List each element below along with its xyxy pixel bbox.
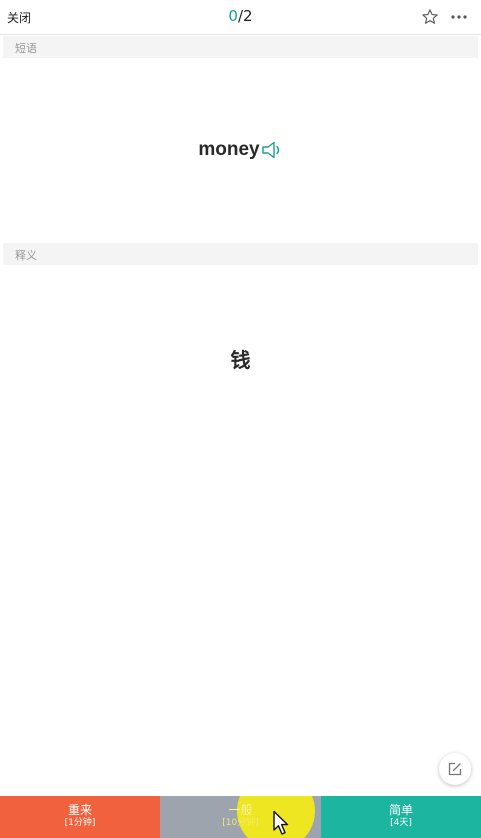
again-button[interactable]: 重来 [1分钟] bbox=[0, 796, 160, 838]
star-outline-icon[interactable] bbox=[421, 8, 439, 26]
phrase-section-label: 短语 bbox=[15, 42, 37, 55]
progress-counter: 0/2 bbox=[0, 7, 481, 25]
mouse-cursor-icon bbox=[273, 810, 289, 835]
flashcard-screen: 关闭 0/2 短语 money 释义 钱 重来 [1分钟] 一般 [10分钟] … bbox=[0, 0, 481, 838]
again-button-label: 重来 bbox=[67, 803, 92, 817]
phrase-section-header: 短语 bbox=[3, 36, 478, 58]
card-definition: 钱 bbox=[230, 348, 251, 372]
rating-bar: 重来 [1分钟] 一般 [10分钟] 简单 [4天] bbox=[0, 796, 481, 838]
progress-total: /2 bbox=[237, 7, 253, 25]
more-horizontal-icon[interactable] bbox=[449, 8, 469, 26]
again-button-interval: [1分钟] bbox=[64, 818, 96, 828]
progress-current: 0 bbox=[228, 7, 238, 25]
easy-button-label: 简单 bbox=[388, 803, 413, 817]
word-row: money bbox=[0, 139, 481, 165]
speaker-icon[interactable] bbox=[261, 140, 283, 160]
good-button-interval: [10分钟] bbox=[222, 818, 259, 828]
card-word: money bbox=[198, 139, 260, 160]
easy-button-interval: [4天] bbox=[390, 818, 412, 828]
good-button-label: 一般 bbox=[228, 803, 253, 817]
edit-icon bbox=[448, 762, 462, 776]
definition-section-label: 释义 bbox=[15, 249, 37, 262]
edit-button[interactable] bbox=[439, 753, 471, 785]
easy-button[interactable]: 简单 [4天] bbox=[321, 796, 481, 838]
good-button[interactable]: 一般 [10分钟] bbox=[160, 796, 321, 838]
top-bar: 关闭 0/2 bbox=[0, 0, 481, 35]
definition-section-header: 释义 bbox=[3, 243, 478, 265]
